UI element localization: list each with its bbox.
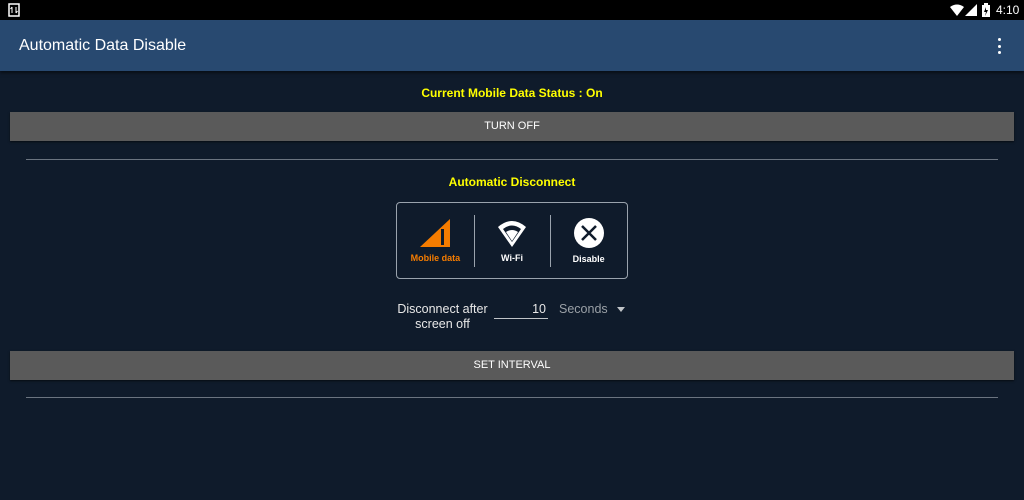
auto-disconnect-heading: Automatic Disconnect	[448, 175, 576, 189]
app-bar: Automatic Data Disable	[0, 20, 1024, 71]
option-disable[interactable]: Disable	[550, 203, 627, 278]
divider	[26, 397, 998, 398]
notification-icon	[8, 3, 20, 17]
signal-status-icon	[965, 4, 977, 16]
app-title: Automatic Data Disable	[19, 37, 187, 54]
status-bar: 4:10	[0, 0, 1024, 20]
close-circle-icon	[573, 217, 604, 248]
clock: 4:10	[996, 3, 1020, 17]
interval-input[interactable]: 10	[494, 302, 548, 319]
option-wifi[interactable]: Wi-Fi	[473, 203, 551, 278]
battery-icon	[982, 3, 990, 17]
set-interval-button[interactable]: SET INTERVAL	[10, 351, 1014, 380]
unit-dropdown[interactable]: Seconds	[559, 302, 629, 316]
disconnect-mode-selector: Mobile data Wi-Fi Disable	[396, 202, 628, 279]
signal-icon	[420, 218, 451, 247]
divider	[26, 159, 998, 160]
wifi-icon	[498, 220, 526, 247]
wifi-status-icon	[950, 4, 964, 16]
data-status-text: Current Mobile Data Status : On	[421, 86, 603, 100]
overflow-menu-icon[interactable]	[996, 38, 1002, 54]
chevron-down-icon	[617, 307, 625, 312]
option-mobile-data[interactable]: Mobile data	[397, 203, 474, 278]
interval-label: Disconnect after screen off	[397, 302, 488, 331]
turn-off-button[interactable]: TURN OFF	[10, 112, 1014, 141]
